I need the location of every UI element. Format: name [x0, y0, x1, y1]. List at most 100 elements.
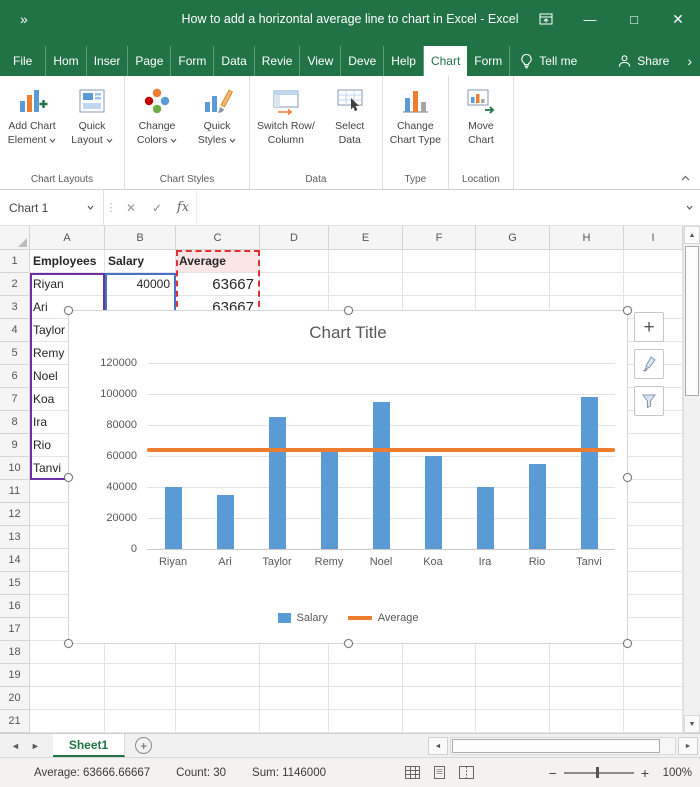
cell-i2[interactable]	[624, 273, 683, 296]
chart-styles-button[interactable]	[634, 349, 664, 379]
row-header-10[interactable]: 10	[0, 457, 30, 480]
move-chart-button[interactable]: MoveChart	[452, 81, 510, 150]
row-header-5[interactable]: 5	[0, 342, 30, 365]
page-layout-view-button[interactable]	[428, 762, 452, 784]
zoom-level[interactable]: 100%	[656, 767, 692, 779]
bar-taylor[interactable]	[269, 417, 286, 549]
chart[interactable]: Chart Title Salary Average 0200004000060…	[68, 310, 628, 644]
enter-button[interactable]: ✓	[144, 190, 170, 225]
chart-resize-handle-bottom-middle[interactable]	[344, 639, 353, 648]
cell-f19[interactable]	[403, 664, 476, 687]
cell-h1[interactable]	[550, 250, 624, 273]
cell-c1[interactable]: Average	[176, 250, 260, 273]
cell-d20[interactable]	[260, 687, 329, 710]
cell-g19[interactable]	[476, 664, 550, 687]
cell-c18[interactable]	[176, 641, 260, 664]
add-chart-element-button[interactable]: Add ChartElement	[3, 81, 61, 150]
row-header-3[interactable]: 3	[0, 296, 30, 319]
cell-b21[interactable]	[105, 710, 176, 733]
column-header-f[interactable]: F	[403, 226, 476, 250]
cell-c21[interactable]	[176, 710, 260, 733]
chart-elements-button[interactable]: +	[634, 312, 664, 342]
row-header-17[interactable]: 17	[0, 618, 30, 641]
row-header-21[interactable]: 21	[0, 710, 30, 733]
tab-revie[interactable]: Revie	[255, 46, 301, 76]
cell-i14[interactable]	[624, 549, 683, 572]
collapse-ribbon-button[interactable]	[681, 170, 690, 184]
row-header-13[interactable]: 13	[0, 526, 30, 549]
tab-file[interactable]: File	[0, 46, 46, 76]
zoom-out-button[interactable]: −	[549, 765, 557, 781]
column-header-c[interactable]: C	[176, 226, 260, 250]
scroll-right-button[interactable]: ►	[678, 737, 698, 755]
cell-d19[interactable]	[260, 664, 329, 687]
tell-me-button[interactable]: Tell me	[510, 46, 587, 76]
chart-resize-handle-bottom-right[interactable]	[623, 639, 632, 648]
bar-tanvi[interactable]	[581, 397, 598, 549]
bar-koa[interactable]	[425, 456, 442, 549]
cell-g20[interactable]	[476, 687, 550, 710]
name-box-splitter[interactable]: ⋮	[104, 190, 118, 225]
cell-h19[interactable]	[550, 664, 624, 687]
cell-e18[interactable]	[329, 641, 403, 664]
bar-rio[interactable]	[529, 464, 546, 549]
column-header-g[interactable]: G	[476, 226, 550, 250]
formula-input[interactable]	[196, 190, 678, 225]
chart-resize-handle-top-right[interactable]	[623, 306, 632, 315]
insert-function-button[interactable]: fx	[170, 190, 196, 225]
zoom-slider-thumb[interactable]	[596, 767, 599, 778]
row-header-8[interactable]: 8	[0, 411, 30, 434]
column-header-a[interactable]: A	[30, 226, 105, 250]
row-header-16[interactable]: 16	[0, 595, 30, 618]
scroll-left-button[interactable]: ◄	[428, 737, 448, 755]
chart-legend[interactable]: Salary Average	[69, 612, 627, 624]
horizontal-scroll-thumb[interactable]	[452, 739, 660, 753]
cell-e2[interactable]	[329, 273, 403, 296]
maximize-button[interactable]: □	[612, 0, 656, 38]
tab-deve[interactable]: Deve	[341, 46, 384, 76]
zoom-in-button[interactable]: +	[641, 765, 649, 781]
cell-f1[interactable]	[403, 250, 476, 273]
bar-noel[interactable]	[373, 402, 390, 549]
row-header-20[interactable]: 20	[0, 687, 30, 710]
chart-resize-handle-top-left[interactable]	[64, 306, 73, 315]
quick-layout-button[interactable]: QuickLayout	[63, 81, 121, 150]
cell-b18[interactable]	[105, 641, 176, 664]
tab-form[interactable]: Form	[171, 46, 214, 76]
quick-access-toolbar[interactable]: »	[0, 11, 29, 27]
scroll-up-button[interactable]: ▲	[684, 226, 700, 244]
minimize-button[interactable]: —	[568, 0, 612, 38]
cell-i16[interactable]	[624, 595, 683, 618]
cell-h20[interactable]	[550, 687, 624, 710]
cell-f20[interactable]	[403, 687, 476, 710]
cell-e21[interactable]	[329, 710, 403, 733]
cell-h18[interactable]	[550, 641, 624, 664]
page-break-view-button[interactable]	[455, 762, 479, 784]
cell-i19[interactable]	[624, 664, 683, 687]
chart-resize-handle-top-middle[interactable]	[344, 306, 353, 315]
tab-page[interactable]: Page	[128, 46, 171, 76]
cell-d1[interactable]	[260, 250, 329, 273]
cell-c19[interactable]	[176, 664, 260, 687]
row-header-11[interactable]: 11	[0, 480, 30, 503]
column-header-e[interactable]: E	[329, 226, 403, 250]
chart-resize-handle-middle-left[interactable]	[64, 473, 73, 482]
formula-bar-expand-button[interactable]	[678, 190, 700, 225]
cell-i11[interactable]	[624, 480, 683, 503]
cell-i1[interactable]	[624, 250, 683, 273]
horizontal-scroll-track[interactable]	[450, 737, 676, 755]
row-header-19[interactable]: 19	[0, 664, 30, 687]
select-all-corner[interactable]	[0, 226, 30, 250]
row-header-7[interactable]: 7	[0, 388, 30, 411]
row-header-4[interactable]: 4	[0, 319, 30, 342]
bar-ari[interactable]	[217, 495, 234, 549]
tab-overflow-button[interactable]: ›	[679, 46, 700, 76]
cell-i12[interactable]	[624, 503, 683, 526]
horizontal-scrollbar[interactable]: ◄ ►	[428, 737, 698, 755]
cell-i21[interactable]	[624, 710, 683, 733]
sheet-nav-left-icon[interactable]: ◄	[0, 741, 20, 751]
cell-g21[interactable]	[476, 710, 550, 733]
cell-a20[interactable]	[30, 687, 105, 710]
tab-data[interactable]: Data	[214, 46, 254, 76]
normal-view-button[interactable]	[401, 762, 425, 784]
